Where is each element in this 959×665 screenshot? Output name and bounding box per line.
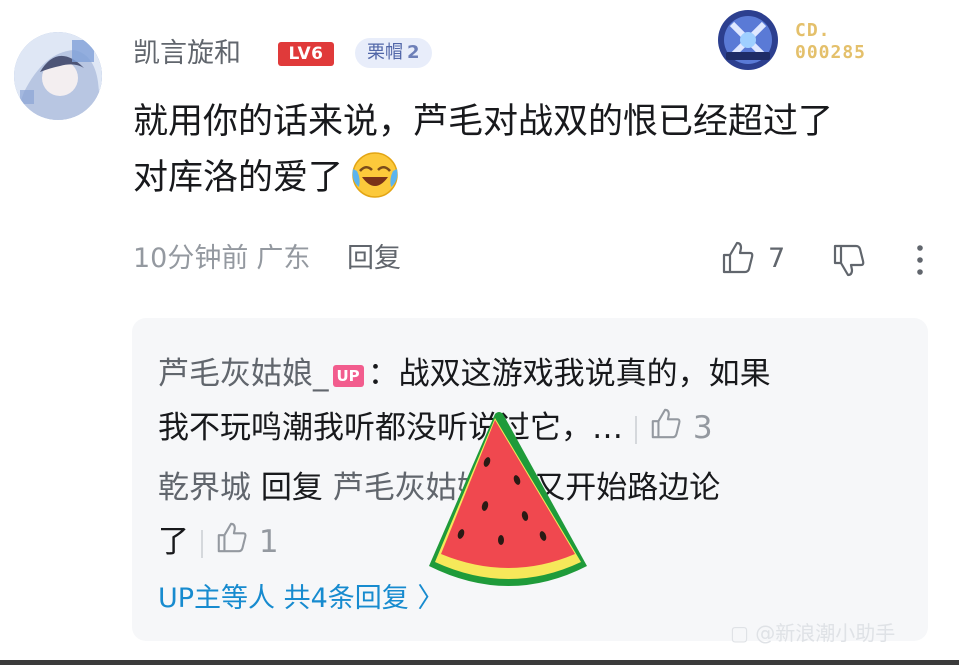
reply-1-text-1: ：战双这游戏我说真的，如果 xyxy=(367,356,771,392)
comment-line-1: 就用你的话来说，芦毛对战双的恨已经超过了 xyxy=(133,102,834,142)
bottom-edge xyxy=(0,660,959,665)
avatar[interactable] xyxy=(14,32,102,120)
laughing-crying-emoji-icon xyxy=(351,151,399,199)
fan-medal[interactable]: 栗帽 2 xyxy=(355,38,432,68)
reply-2-like-count: 1 xyxy=(258,524,279,560)
fan-badge-icon xyxy=(716,8,780,72)
medal-level: 2 xyxy=(407,42,420,63)
fan-badge-number: CD. 000285 xyxy=(795,20,895,64)
divider xyxy=(201,529,203,558)
thumbs-up-icon[interactable] xyxy=(649,407,683,453)
thumbs-down-icon[interactable] xyxy=(831,242,867,278)
comment-time: 10分钟前 xyxy=(133,243,249,274)
like-count: 7 xyxy=(768,243,786,274)
reply-1-like-count: 3 xyxy=(692,410,713,446)
thumbs-up-icon[interactable] xyxy=(215,521,249,567)
reply-2-username[interactable]: 乾界城 xyxy=(158,470,251,506)
reply-1-line-1[interactable]: 芦毛灰姑娘_ UP ：战双这游戏我说真的，如果 xyxy=(158,352,771,396)
reply-1-username[interactable]: 芦毛灰姑娘_ xyxy=(158,356,329,392)
username[interactable]: 凯言旋和 xyxy=(133,34,241,74)
reply-2-line-2[interactable]: 了 1 xyxy=(158,520,279,567)
level-badge: LV6 xyxy=(278,42,334,66)
fan-badge-line1: CD. xyxy=(795,20,831,41)
comment-line-2: 对库洛的爱了 xyxy=(133,150,933,206)
more-replies-link[interactable]: UP主等人 共4条回复 〉 xyxy=(158,580,444,618)
comment-location: 广东 xyxy=(256,243,311,274)
up-tag: UP xyxy=(332,364,364,387)
comment-meta: 10分钟前 广东 xyxy=(133,240,318,278)
reply-button[interactable]: 回复 xyxy=(347,240,401,278)
fan-badge-line2: 000285 xyxy=(795,42,867,63)
comment-content: 就用你的话来说，芦毛对战双的恨已经超过了 对库洛的爱了 xyxy=(133,94,933,206)
reply-2-reply-word: 回复 xyxy=(260,470,323,506)
comment-line-2-text: 对库洛的爱了 xyxy=(133,158,344,198)
watermelon-sticker-icon xyxy=(425,410,591,596)
reply-2-text-2: 了 xyxy=(158,524,189,560)
thumbs-up-icon[interactable] xyxy=(720,240,756,276)
medal-label: 栗帽 xyxy=(367,42,403,63)
watermark: ▢ @新浪潮小助手 xyxy=(730,621,896,645)
more-options-icon[interactable] xyxy=(905,242,935,278)
divider xyxy=(635,415,637,444)
